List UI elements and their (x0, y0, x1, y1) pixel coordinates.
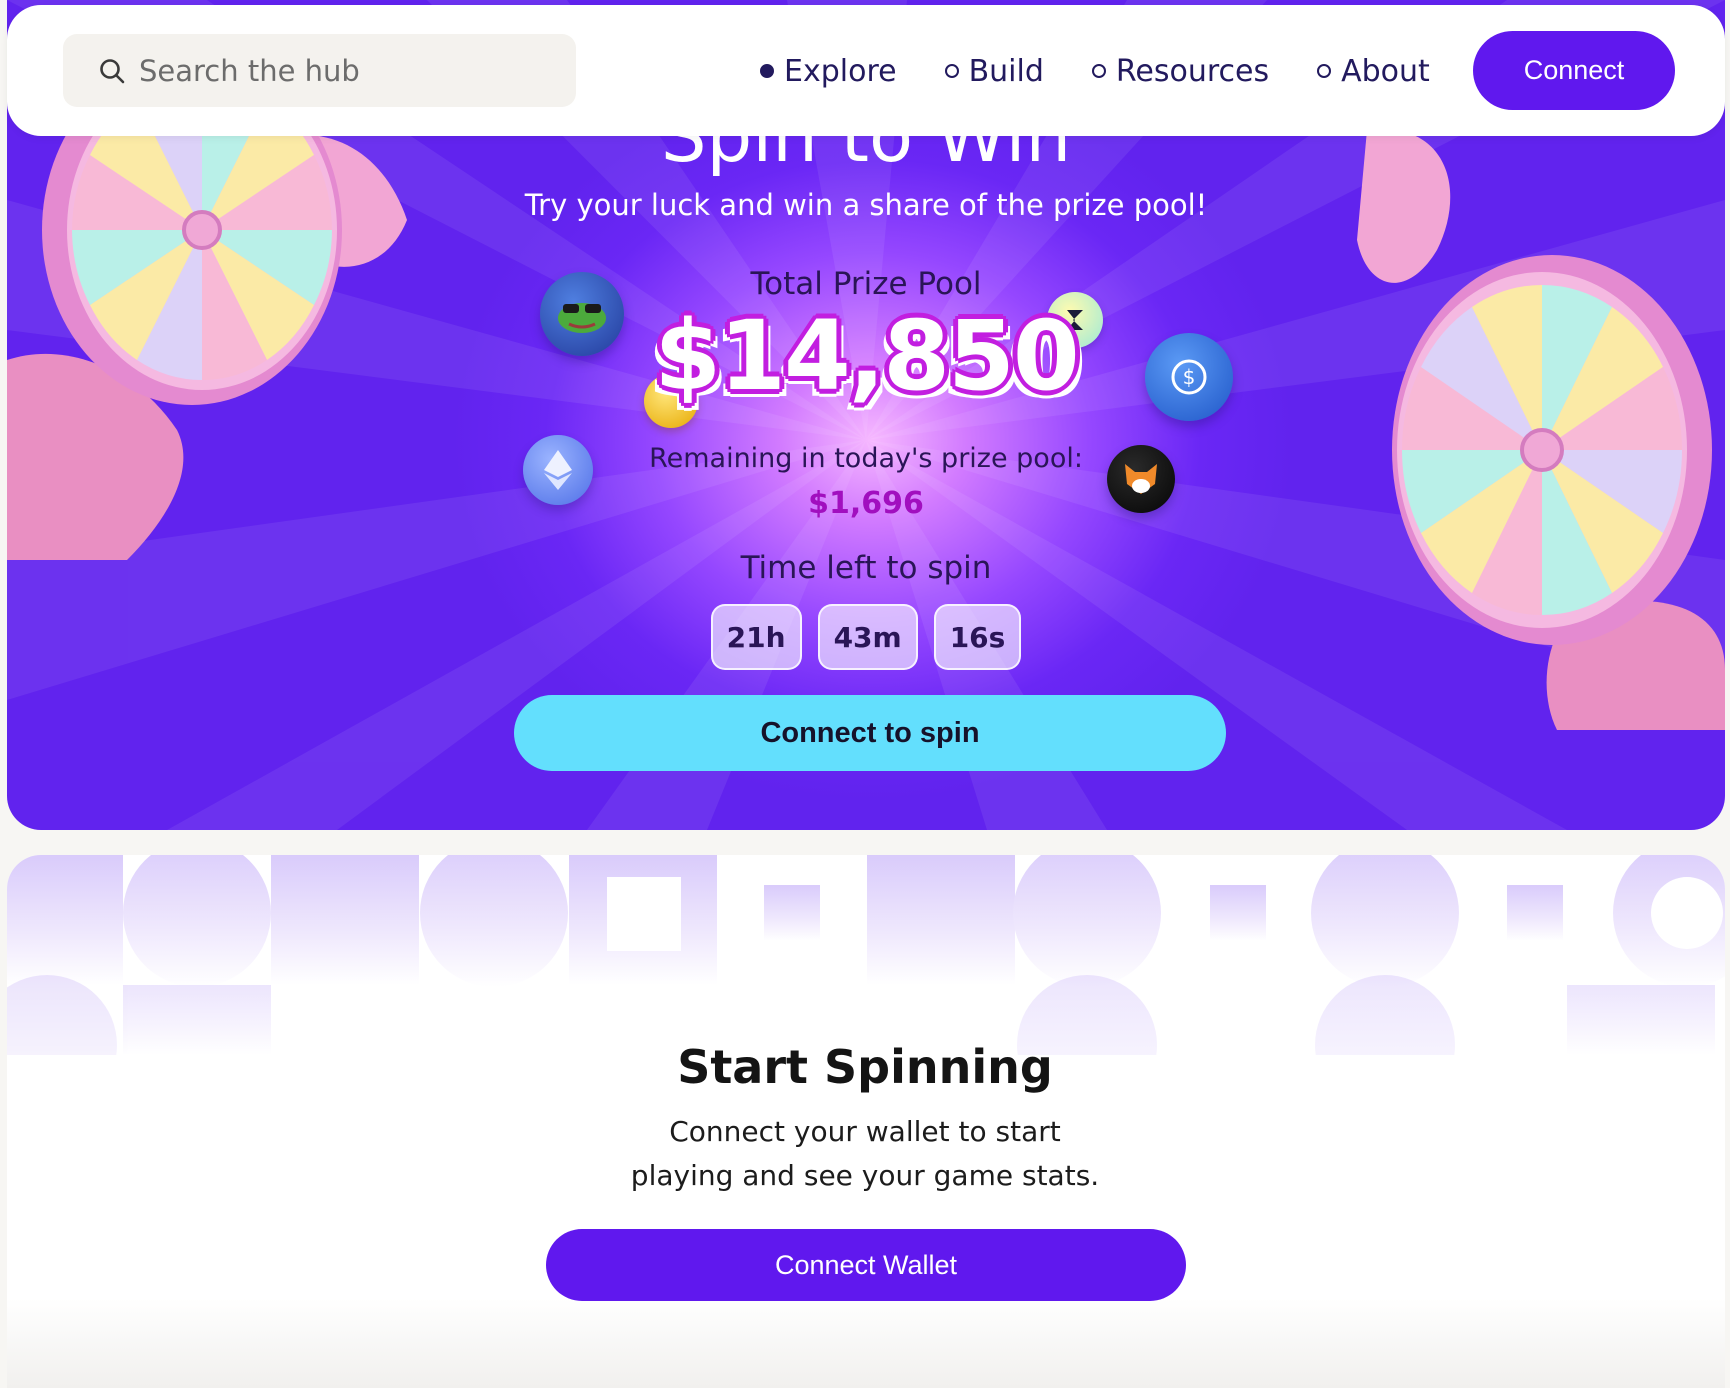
geometric-pattern-banner (7, 855, 1725, 1055)
timer-hours: 21h (710, 604, 802, 670)
total-prize-pool-amount: $14,850 (654, 300, 1079, 412)
hero-subtitle: Try your luck and win a share of the pri… (524, 188, 1208, 222)
nav-link-build[interactable]: Build (944, 53, 1044, 89)
remaining-pool-amount: $1,696 (808, 486, 924, 521)
nav-link-label: Build (968, 53, 1044, 89)
main-nav-links: Explore Build Resources About (760, 49, 1430, 93)
connect-wallet-button[interactable]: Connect Wallet (546, 1229, 1186, 1301)
timer-seconds: 16s (933, 604, 1022, 670)
bottom-fade (7, 1298, 1725, 1388)
search-bar[interactable] (63, 34, 576, 107)
nav-link-resources[interactable]: Resources (1091, 53, 1270, 89)
start-spinning-description: Connect your wallet to start playing and… (0, 1110, 1730, 1198)
inactive-dot-icon (1317, 64, 1332, 78)
connect-to-spin-button[interactable]: Connect to spin (514, 695, 1226, 771)
top-navigation: Explore Build Resources About Connect (7, 5, 1725, 136)
description-line: playing and see your game stats. (630, 1159, 1100, 1192)
nav-link-explore[interactable]: Explore (760, 54, 897, 89)
connect-button[interactable]: Connect (1473, 31, 1675, 110)
inactive-dot-icon (944, 64, 959, 78)
total-prize-pool-label: Total Prize Pool (750, 266, 982, 302)
remaining-pool-label: Remaining in today's prize pool: (649, 443, 1083, 474)
timer-minutes: 43m (817, 604, 918, 670)
nav-link-label: Resources (1115, 53, 1270, 89)
countdown-timer: 21h 43m 16s (7, 604, 1725, 670)
search-icon (100, 58, 125, 83)
nav-link-label: Explore (784, 53, 897, 89)
inactive-dot-icon (1091, 64, 1106, 78)
nav-link-about[interactable]: About (1317, 54, 1430, 89)
time-left-label: Time left to spin (740, 550, 992, 586)
search-input[interactable] (139, 53, 539, 88)
start-spinning-title: Start Spinning (677, 1040, 1053, 1094)
description-line: Connect your wallet to start (669, 1115, 1061, 1148)
nav-link-label: About (1341, 53, 1430, 89)
active-dot-icon (760, 64, 774, 78)
